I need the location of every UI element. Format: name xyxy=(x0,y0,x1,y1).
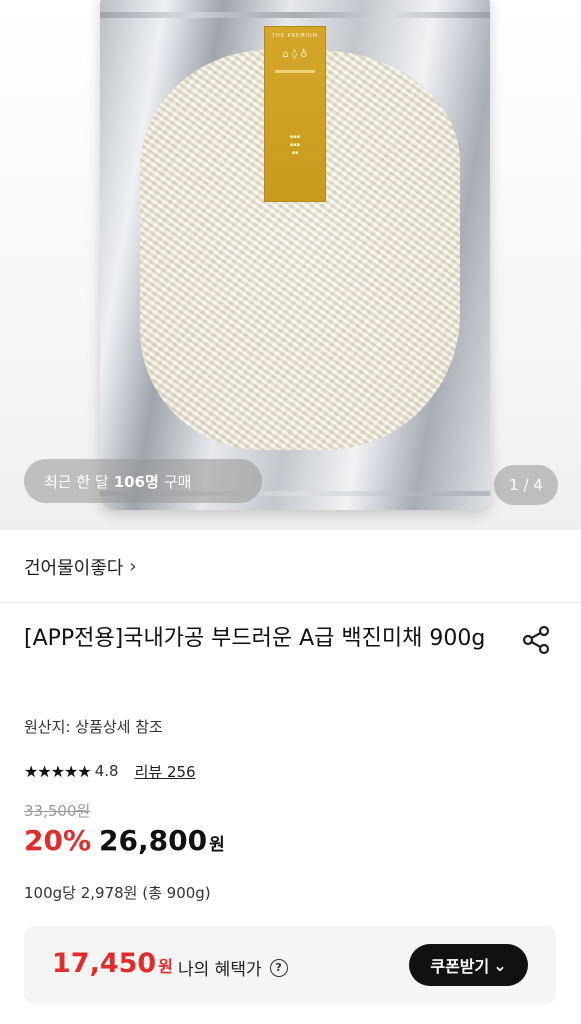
benefit-label-group: 나의 혜택가 ? xyxy=(178,955,288,980)
product-title: [APP전용]국내가공 부드러운 A급 백진미채 900g xyxy=(24,626,486,651)
price-row: 20% 26,800 원 xyxy=(24,824,225,857)
buyers-prefix: 최근 한 달 xyxy=(44,472,109,491)
sale-price: 26,800 xyxy=(99,824,208,857)
sale-price-unit: 원 xyxy=(209,835,225,855)
share-icon[interactable] xyxy=(520,624,552,656)
store-link[interactable]: 건어물이좋다 › xyxy=(0,531,581,603)
gallery-page-indicator: 1 / 4 xyxy=(494,465,558,505)
coupon-button-label: 쿠폰받기 xyxy=(430,957,490,976)
rating-row: ★★★★★ 4.8 리뷰 256 xyxy=(24,759,196,783)
unit-price: 100g당 2,978원 (총 900g) xyxy=(24,884,211,902)
product-image-gallery[interactable]: THE PREMIUM ⌂ ◊ ♁ ▪▪▪ ▪▪▪ ▪▪ 최근 한 달 106명 구… xyxy=(0,0,581,530)
benefit-price-value: 17,450 xyxy=(52,948,157,979)
coupon-button[interactable]: 쿠폰받기 ⌄ xyxy=(409,944,528,986)
benefit-box: 17,450 원 나의 혜택가 ? 쿠폰받기 ⌄ xyxy=(24,926,556,1004)
product-origin: 원산지: 상품상세 참조 xyxy=(24,718,163,736)
benefit-price: 17,450 원 xyxy=(52,948,173,979)
store-name: 건어물이좋다 xyxy=(24,557,124,579)
product-photo-bag: THE PREMIUM ⌂ ◊ ♁ ▪▪▪ ▪▪▪ ▪▪ xyxy=(100,0,490,510)
benefit-label: 나의 혜택가 xyxy=(178,960,262,980)
star-icon: ★★★★★ xyxy=(24,761,92,781)
chevron-right-icon: › xyxy=(129,556,137,577)
buyers-suffix: 구매 xyxy=(163,472,192,491)
buyers-count: 106명 xyxy=(113,472,159,491)
rating-value: 4.8 xyxy=(94,762,119,780)
recent-buyers-badge: 최근 한 달 106명 구매 xyxy=(24,459,262,503)
chevron-down-icon: ⌄ xyxy=(493,955,507,975)
product-package-label: THE PREMIUM ⌂ ◊ ♁ ▪▪▪ ▪▪▪ ▪▪ xyxy=(264,26,326,202)
question-circle-icon[interactable]: ? xyxy=(269,958,288,977)
discount-rate: 20% xyxy=(24,824,92,857)
benefit-price-unit: 원 xyxy=(158,957,173,976)
review-link[interactable]: 리뷰 256 xyxy=(135,761,196,782)
original-price: 33,500원 xyxy=(24,802,91,820)
